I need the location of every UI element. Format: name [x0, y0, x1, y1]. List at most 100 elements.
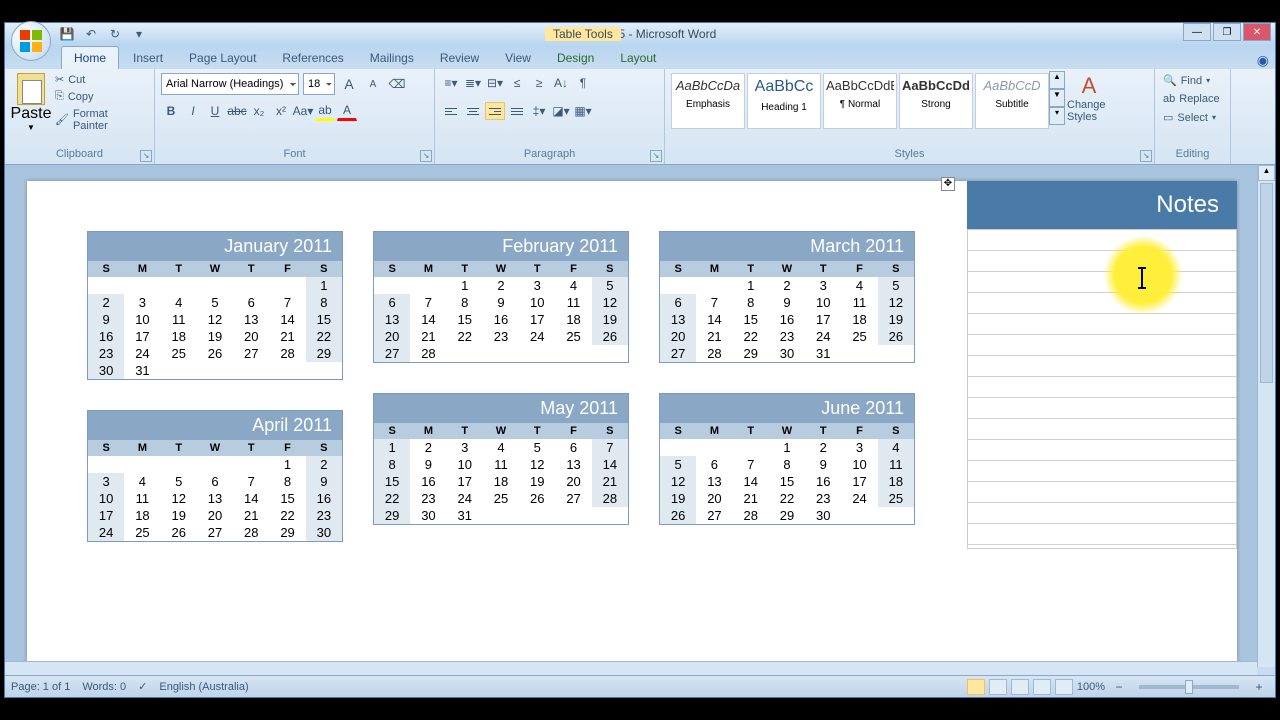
clipboard-label: Clipboard: [11, 148, 148, 162]
status-language[interactable]: English (Australia): [159, 681, 248, 693]
style-scroll-down[interactable]: ▼: [1049, 89, 1065, 107]
office-logo-icon: [20, 30, 42, 52]
italic-button[interactable]: I: [183, 101, 203, 121]
style-heading-1[interactable]: AaBbCcHeading 1: [747, 73, 821, 129]
tab-view[interactable]: View: [493, 47, 543, 69]
tab-references[interactable]: References: [270, 47, 355, 69]
zoom-out-button[interactable]: −: [1109, 677, 1129, 697]
office-button[interactable]: [11, 21, 51, 61]
font-dialog-launcher[interactable]: ↘: [420, 150, 432, 162]
style-emphasis[interactable]: AaBbCcDaEmphasis: [671, 73, 745, 129]
align-left-button[interactable]: [441, 102, 461, 120]
close-button[interactable]: ✕: [1243, 23, 1271, 41]
editing-label: Editing: [1161, 148, 1224, 162]
font-color-button[interactable]: A: [337, 101, 357, 121]
notes-body[interactable]: [967, 229, 1237, 549]
qat-redo[interactable]: ↻: [107, 26, 123, 42]
scroll-up-button[interactable]: ▲: [1258, 165, 1275, 181]
web-layout-view[interactable]: [1011, 679, 1029, 695]
align-center-button[interactable]: [463, 102, 483, 120]
zoom-slider[interactable]: [1139, 685, 1239, 689]
qat-save[interactable]: 💾: [59, 26, 75, 42]
tab-review[interactable]: Review: [428, 47, 491, 69]
style-scroll-up[interactable]: ▲: [1049, 71, 1065, 89]
tab-mailings[interactable]: Mailings: [358, 47, 426, 69]
style-expand[interactable]: ▾: [1049, 107, 1065, 125]
style-gallery: AaBbCcDaEmphasisAaBbCcHeading 1AaBbCcDdE…: [671, 73, 1049, 129]
style-strong[interactable]: AaBbCcDdStrong: [899, 73, 973, 129]
change-case-button[interactable]: Aa▾: [293, 101, 313, 121]
multilevel-button[interactable]: ⊟▾: [485, 73, 505, 93]
underline-button[interactable]: U: [205, 101, 225, 121]
notes-header: Notes: [967, 181, 1237, 229]
paragraph-dialog-launcher[interactable]: ↘: [650, 150, 662, 162]
qat-more[interactable]: ▾: [131, 26, 147, 42]
line-spacing-button[interactable]: ‡▾: [529, 101, 549, 121]
print-layout-view[interactable]: [967, 679, 985, 695]
table-move-handle[interactable]: ✥: [941, 177, 955, 191]
change-styles-button[interactable]: A Change Styles: [1065, 71, 1113, 129]
grow-font-button[interactable]: A: [339, 74, 359, 94]
full-screen-view[interactable]: [989, 679, 1007, 695]
zoom-level[interactable]: 100%: [1077, 681, 1105, 693]
shading-button[interactable]: ◪▾: [551, 101, 571, 121]
month-january-2011: January 2011SMTWTFS123456789101112131415…: [87, 231, 343, 380]
group-styles: AaBbCcDaEmphasisAaBbCcHeading 1AaBbCcDdE…: [665, 69, 1155, 164]
bullets-button[interactable]: ≡▾: [441, 73, 461, 93]
quick-access-toolbar: 💾 ↶ ↻ ▾: [59, 26, 147, 42]
zoom-thumb[interactable]: [1185, 680, 1193, 694]
subscript-button[interactable]: x₂: [249, 101, 269, 121]
group-paragraph: ≡▾ ≣▾ ⊟▾ ≤ ≥ A↓ ¶ ‡▾ ◪▾ ▦▾ Paragraph ↘: [435, 69, 665, 164]
vertical-scrollbar[interactable]: ▲: [1257, 165, 1275, 667]
zoom-in-button[interactable]: +: [1249, 677, 1269, 697]
ribbon: Paste ▼ ✂Cut ⎘Copy 🖌Format Painter Clipb…: [5, 69, 1275, 165]
style--normal[interactable]: AaBbCcDdE¶ Normal: [823, 73, 897, 129]
tab-home[interactable]: Home: [61, 46, 119, 69]
decrease-indent-button[interactable]: ≤: [507, 73, 527, 93]
copy-button[interactable]: ⎘Copy: [51, 88, 148, 105]
maximize-button[interactable]: ❐: [1213, 23, 1241, 41]
shrink-font-button[interactable]: A: [363, 74, 383, 94]
status-words[interactable]: Words: 0: [82, 681, 126, 693]
numbering-button[interactable]: ≣▾: [463, 73, 483, 93]
format-painter-button[interactable]: 🖌Format Painter: [51, 106, 148, 134]
style-subtitle[interactable]: AaBbCcDSubtitle: [975, 73, 1049, 129]
outline-view[interactable]: [1033, 679, 1051, 695]
bold-button[interactable]: B: [161, 101, 181, 121]
paste-button[interactable]: Paste ▼: [11, 71, 51, 134]
document-area[interactable]: ✥ January 2011SMTWTFS1234567891011121314…: [5, 165, 1257, 667]
draft-view[interactable]: [1055, 679, 1073, 695]
scissors-icon: ✂: [55, 73, 64, 86]
clear-formatting-button[interactable]: ⌫: [387, 74, 407, 94]
font-label: Font: [161, 148, 428, 162]
styles-dialog-launcher[interactable]: ↘: [1140, 150, 1152, 162]
sort-button[interactable]: A↓: [551, 73, 571, 93]
superscript-button[interactable]: x²: [271, 101, 291, 121]
font-size-combo[interactable]: 18: [303, 73, 335, 95]
borders-button[interactable]: ▦▾: [573, 101, 593, 121]
scroll-thumb[interactable]: [1260, 183, 1273, 383]
tab-insert[interactable]: Insert: [121, 47, 175, 69]
tab-design[interactable]: Design: [545, 47, 606, 69]
proofing-icon[interactable]: ✓: [138, 680, 147, 693]
align-right-button[interactable]: [485, 102, 505, 120]
replace-button[interactable]: abReplace: [1161, 90, 1224, 108]
show-marks-button[interactable]: ¶: [573, 73, 593, 93]
cut-button[interactable]: ✂Cut: [51, 71, 148, 88]
font-name-combo[interactable]: Arial Narrow (Headings): [161, 73, 299, 95]
highlight-button[interactable]: ab: [315, 101, 335, 121]
qat-undo[interactable]: ↶: [83, 26, 99, 42]
help-icon[interactable]: ◉: [1257, 52, 1269, 69]
status-page[interactable]: Page: 1 of 1: [11, 681, 70, 693]
tab-page-layout[interactable]: Page Layout: [177, 47, 268, 69]
find-button[interactable]: 🔍Find▾: [1161, 71, 1224, 90]
brush-icon: 🖌: [55, 113, 69, 126]
increase-indent-button[interactable]: ≥: [529, 73, 549, 93]
select-button[interactable]: ▭Select▾: [1161, 108, 1224, 127]
strikethrough-button[interactable]: abc: [227, 101, 247, 121]
minimize-button[interactable]: —: [1183, 23, 1211, 41]
clipboard-dialog-launcher[interactable]: ↘: [140, 150, 152, 162]
month-june-2011: June 2011SMTWTFS123456789101112131415161…: [659, 393, 915, 525]
tab-layout[interactable]: Layout: [608, 47, 668, 69]
justify-button[interactable]: [507, 102, 527, 120]
